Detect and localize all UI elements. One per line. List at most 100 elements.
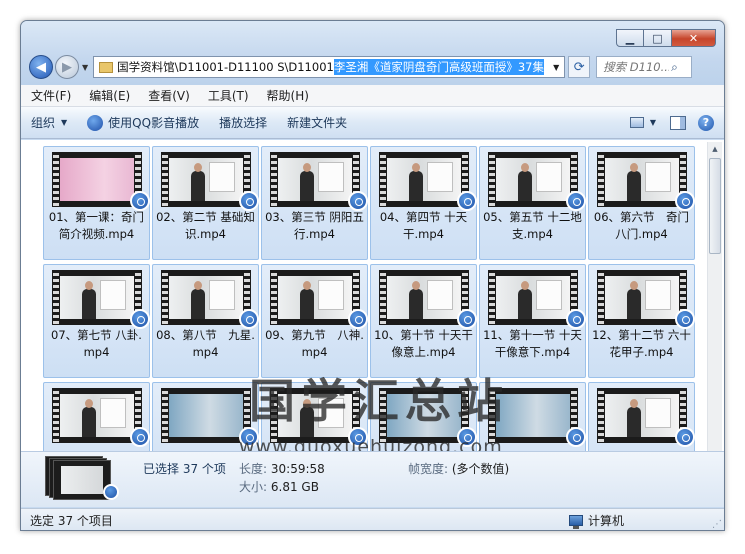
file-tile[interactable]: 05、第五节 十二地支.mp4 bbox=[479, 146, 586, 260]
media-badge-icon bbox=[130, 427, 150, 447]
address-selected-text[interactable]: 李圣湘《道家阴盘奇门高级班面授》37集 bbox=[333, 59, 544, 75]
search-input[interactable] bbox=[603, 60, 670, 74]
lecturer-figure bbox=[627, 399, 642, 437]
media-badge-icon bbox=[566, 427, 586, 447]
video-thumbnail bbox=[488, 270, 578, 325]
play-qq-button[interactable]: 使用QQ影音播放 bbox=[77, 107, 209, 138]
whiteboard bbox=[318, 398, 344, 428]
file-name-label: 08、第八节 九星.mp4 bbox=[156, 328, 255, 359]
file-tile[interactable]: 09、第九节 八神.mp4 bbox=[261, 264, 368, 378]
media-badge-icon bbox=[239, 191, 259, 211]
new-folder-button[interactable]: 新建文件夹 bbox=[277, 107, 357, 138]
lecturer-figure bbox=[300, 399, 315, 437]
preview-pane-icon[interactable] bbox=[670, 115, 686, 130]
whiteboard bbox=[100, 398, 126, 428]
menu-bar: 文件(F) 编辑(E) 查看(V) 工具(T) 帮助(H) bbox=[21, 85, 724, 107]
close-button[interactable]: ✕ bbox=[672, 29, 716, 47]
lecturer-figure bbox=[191, 281, 206, 319]
search-box[interactable]: ⌕ bbox=[596, 56, 693, 78]
address-path[interactable]: 国学资料馆\D11001-D11100 S\D11001 bbox=[117, 59, 334, 75]
file-name-label: 10、第十节 十天干像意上.mp4 bbox=[374, 328, 473, 359]
video-thumbnail bbox=[161, 388, 251, 443]
resize-grip-icon[interactable]: ⋰ bbox=[712, 519, 722, 530]
file-grid: 01、第一课：奇门简介视频.mp4 02、第二节 基础知识.mp4 03、第三节 阴… bbox=[43, 146, 703, 470]
status-location: 计算机 bbox=[568, 512, 624, 529]
lecturer-figure bbox=[627, 281, 642, 319]
address-bar[interactable]: 国学资料馆\D11001-D11100 S\D11001 李圣湘《道家阴盘奇门高… bbox=[93, 56, 566, 78]
file-tile[interactable]: 02、第二节 基础知识.mp4 bbox=[152, 146, 259, 260]
file-tile[interactable]: 07、第七节 八卦.mp4 bbox=[43, 264, 150, 378]
framewidth-label: 帧宽度: bbox=[408, 462, 449, 476]
organize-button[interactable]: 组织 ▼ bbox=[21, 107, 77, 138]
video-thumbnail bbox=[379, 270, 469, 325]
menu-view[interactable]: 查看(V) bbox=[138, 87, 198, 104]
lecturer-figure bbox=[518, 163, 533, 201]
thumbnail-frame bbox=[278, 394, 352, 437]
folder-icon bbox=[99, 61, 114, 73]
media-badge-icon bbox=[130, 309, 150, 329]
file-tile[interactable]: 10、第十节 十天干像意上.mp4 bbox=[370, 264, 477, 378]
thumbnail-frame bbox=[60, 394, 134, 437]
video-thumbnail bbox=[270, 270, 360, 325]
whiteboard bbox=[645, 280, 671, 310]
lecturer-figure bbox=[409, 281, 424, 319]
menu-tools[interactable]: 工具(T) bbox=[198, 87, 257, 104]
search-icon[interactable]: ⌕ bbox=[671, 60, 678, 75]
video-thumbnail bbox=[52, 152, 142, 207]
media-badge-icon bbox=[239, 309, 259, 329]
framewidth-row: 帧宽度: (多个数值) bbox=[408, 460, 509, 477]
details-pane: 已选择 37 个项 长度: 30:59:58 大小: 6.81 GB 帧宽度: … bbox=[21, 451, 724, 507]
media-badge-icon bbox=[103, 484, 119, 500]
whiteboard bbox=[209, 162, 235, 192]
file-tile[interactable]: 03、第三节 阴阳五行.mp4 bbox=[261, 146, 368, 260]
whiteboard bbox=[427, 280, 453, 310]
file-tile[interactable]: 01、第一课：奇门简介视频.mp4 bbox=[43, 146, 150, 260]
selection-stack-thumbnail bbox=[45, 456, 119, 502]
minimize-button[interactable]: ▁ bbox=[616, 29, 644, 47]
scroll-thumb[interactable] bbox=[709, 158, 721, 254]
whiteboard bbox=[536, 280, 562, 310]
menu-help[interactable]: 帮助(H) bbox=[257, 87, 317, 104]
refresh-button[interactable]: ⟳ bbox=[568, 56, 591, 78]
thumbnail-frame bbox=[387, 276, 461, 319]
menu-file[interactable]: 文件(F) bbox=[21, 87, 79, 104]
menu-edit[interactable]: 编辑(E) bbox=[79, 87, 138, 104]
size-label: 大小: bbox=[239, 480, 268, 494]
video-thumbnail bbox=[379, 388, 469, 443]
command-bar: 组织 ▼ 使用QQ影音播放 播放选择 新建文件夹 ▼ ? bbox=[21, 107, 724, 139]
video-thumbnail bbox=[597, 270, 687, 325]
file-tile[interactable]: 11、第十一节 十天干像意下.mp4 bbox=[479, 264, 586, 378]
file-tile[interactable]: 12、第十二节 六十花甲子.mp4 bbox=[588, 264, 695, 378]
file-tile[interactable]: 08、第八节 九星.mp4 bbox=[152, 264, 259, 378]
recent-pages-dropdown[interactable]: ▼ bbox=[82, 63, 88, 72]
thumbnail-frame bbox=[387, 394, 461, 437]
play-selection-button[interactable]: 播放选择 bbox=[209, 107, 277, 138]
maximize-button[interactable]: □ bbox=[644, 29, 672, 47]
media-badge-icon bbox=[348, 427, 368, 447]
whiteboard bbox=[645, 162, 671, 192]
lecturer-figure bbox=[409, 163, 424, 201]
thumbnail-frame bbox=[278, 276, 352, 319]
file-tile[interactable]: 04、第四节 十天干.mp4 bbox=[370, 146, 477, 260]
size-value: 6.81 GB bbox=[270, 480, 319, 494]
video-thumbnail bbox=[270, 388, 360, 443]
file-list-view: 01、第一课：奇门简介视频.mp4 02、第二节 基础知识.mp4 03、第三节 阴… bbox=[21, 140, 724, 470]
file-name-label: 05、第五节 十二地支.mp4 bbox=[483, 210, 582, 241]
vertical-scrollbar[interactable]: ▲ ▼ bbox=[707, 142, 722, 468]
back-button[interactable]: ◀ bbox=[29, 55, 53, 79]
lecturer-figure bbox=[627, 163, 642, 201]
file-tile[interactable]: 06、第六节 奇门八门.mp4 bbox=[588, 146, 695, 260]
thumbnail-frame bbox=[605, 158, 679, 201]
qq-player-icon bbox=[87, 114, 104, 131]
file-name-label: 06、第六节 奇门八门.mp4 bbox=[593, 210, 690, 241]
thumbnail-frame bbox=[278, 158, 352, 201]
change-view-icon[interactable] bbox=[629, 117, 644, 128]
address-dropdown-icon[interactable]: ▼ bbox=[548, 63, 564, 72]
help-icon[interactable]: ? bbox=[698, 114, 714, 131]
scroll-up-button[interactable]: ▲ bbox=[708, 142, 722, 157]
thumbnail-frame bbox=[169, 276, 243, 319]
media-badge-icon bbox=[675, 427, 695, 447]
view-dropdown-icon[interactable]: ▼ bbox=[650, 118, 656, 127]
forward-button[interactable]: ▶ bbox=[55, 55, 79, 79]
file-name-label: 09、第九节 八神.mp4 bbox=[265, 328, 364, 359]
